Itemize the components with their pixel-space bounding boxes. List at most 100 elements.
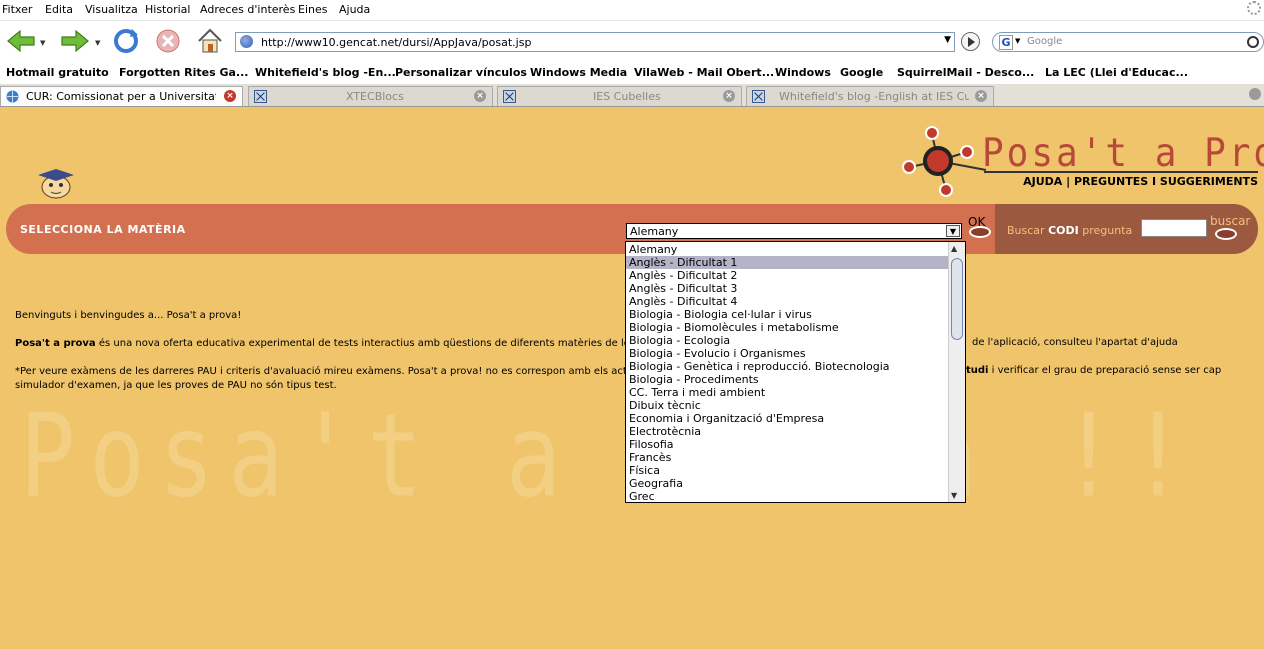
reload-icon[interactable] — [112, 27, 140, 55]
tab-xtecblocs[interactable]: XTECBlocs × — [248, 86, 493, 106]
search-code-button-label: buscar — [1210, 214, 1251, 228]
search-code-label: Buscar CODI pregunta — [1007, 224, 1132, 237]
intro-tail: de l'aplicació, consulteu l'apartat d'aj… — [972, 337, 1178, 348]
chevron-down-icon[interactable]: ▼ — [946, 225, 960, 237]
dropdown-option[interactable]: Biologia - Evolucio i Organismes — [626, 347, 949, 360]
menu-bookmarks[interactable]: Adreces d'interès — [200, 3, 295, 16]
bookmark-item[interactable]: SquirrelMail - Desco... — [897, 66, 1034, 79]
note-tail-bold: tudi — [966, 365, 989, 376]
dropdown-option[interactable]: Biologia - Biologia cel·lular i virus — [626, 308, 949, 321]
home-icon[interactable] — [196, 27, 224, 55]
stop-icon[interactable] — [154, 27, 182, 55]
dropdown-option[interactable]: CC. Terra i medi ambient — [626, 386, 949, 399]
close-tab-icon[interactable]: × — [224, 90, 236, 102]
select-subject-label: SELECCIONA LA MATÈRIA — [20, 223, 186, 236]
menu-edit[interactable]: Edita — [45, 3, 73, 16]
dropdown-option[interactable]: Geografia — [626, 477, 949, 490]
bookmark-item[interactable]: Whitefield's blog -En... — [255, 66, 396, 79]
forward-arrow-icon[interactable] — [60, 27, 90, 55]
subject-select[interactable]: Alemany ▼ — [626, 223, 962, 239]
bookmark-item[interactable]: Windows — [775, 66, 831, 79]
tab-label: Whitefield's blog -English at IES Cub... — [779, 90, 969, 103]
bookmark-item[interactable]: Windows Media — [530, 66, 627, 79]
tab-label: CUR: Comissionat per a Universitats... — [26, 90, 216, 103]
note-line-1: *Per veure exàmens de les darreres PAU i… — [15, 366, 648, 377]
help-links[interactable]: AJUDA | PREGUNTES I SUGGERIMENTS — [1023, 175, 1258, 188]
dropdown-scrollbar[interactable]: ▲ ▼ — [948, 242, 965, 502]
bookmark-item[interactable]: VilaWeb - Mail Obert... — [634, 66, 774, 79]
search-icon[interactable] — [1247, 36, 1259, 48]
menu-view[interactable]: Visualitza — [85, 3, 138, 16]
intro-bold: Posa't a prova — [15, 338, 96, 349]
search-code-prefix: Buscar — [1007, 224, 1045, 237]
intro-text: és una nova oferta educativa experimenta… — [95, 338, 658, 349]
intro-paragraph: Posa't a prova és una nova oferta educat… — [15, 337, 658, 351]
dropdown-option[interactable]: Francès — [626, 451, 949, 464]
search-engine-dropdown-icon[interactable]: ▼ — [1015, 37, 1020, 45]
page-icon — [503, 90, 516, 103]
dropdown-option[interactable]: Filosofia — [626, 438, 949, 451]
dropdown-option[interactable]: Anglès - Dificultat 4 — [626, 295, 949, 308]
menu-history[interactable]: Historial — [145, 3, 190, 16]
bookmark-item[interactable]: Google — [840, 66, 883, 79]
search-oval-icon[interactable] — [1215, 228, 1237, 240]
close-tab-icon[interactable]: × — [474, 90, 486, 102]
menu-file[interactable]: Fitxer — [2, 3, 32, 16]
tab-whitefield[interactable]: Whitefield's blog -English at IES Cub...… — [746, 86, 994, 106]
forward-dropdown-icon[interactable]: ▼ — [95, 39, 100, 47]
dropdown-option[interactable]: Alemany — [626, 243, 949, 256]
close-tab-icon[interactable]: × — [975, 90, 987, 102]
graduate-mascot-icon — [38, 169, 74, 199]
scroll-thumb[interactable] — [951, 258, 963, 340]
close-tab-icon[interactable]: × — [723, 90, 735, 102]
search-box[interactable]: G ▼ Google — [992, 32, 1264, 52]
dropdown-option[interactable]: Física — [626, 464, 949, 477]
scroll-up-icon[interactable]: ▲ — [951, 244, 957, 253]
bookmark-item[interactable]: Hotmail gratuito — [6, 66, 109, 79]
tab-ies-cubelles[interactable]: IES Cubelles × — [497, 86, 742, 106]
code-input[interactable] — [1141, 219, 1207, 237]
menu-bar: Fitxer Edita Visualitza Historial Adrece… — [0, 0, 1264, 21]
bookmark-item[interactable]: Personalizar vínculos — [395, 66, 527, 79]
dropdown-option[interactable]: Biologia - Ecologia — [626, 334, 949, 347]
bookmark-item[interactable]: La LEC (Llei d'Educac... — [1045, 66, 1188, 79]
dropdown-option[interactable]: Anglès - Dificultat 3 — [626, 282, 949, 295]
dropdown-option[interactable]: Anglès - Dificultat 1 — [626, 256, 949, 269]
menu-tools[interactable]: Eines — [298, 3, 327, 16]
scroll-down-icon[interactable]: ▼ — [951, 491, 957, 500]
dropdown-option[interactable]: Dibuix tècnic — [626, 399, 949, 412]
dropdown-option[interactable]: Economia i Organització d'Empresa — [626, 412, 949, 425]
address-dropdown-icon[interactable]: ▼ — [944, 35, 951, 45]
welcome-text: Benvinguts i benvingudes a... Posa't a p… — [15, 310, 242, 321]
back-dropdown-icon[interactable]: ▼ — [40, 39, 45, 47]
bookmarks-bar: Hotmail gratuito Forgotten Rites Ga... W… — [0, 62, 1264, 85]
subject-select-value: Alemany — [630, 225, 679, 238]
search-engine-icon[interactable]: G — [999, 35, 1013, 50]
tab-cur[interactable]: CUR: Comissionat per a Universitats... × — [0, 86, 243, 106]
logo-title: Posa't a Prova !! — [982, 131, 1264, 177]
tab-label: IES Cubelles — [593, 90, 661, 103]
go-button[interactable] — [961, 32, 980, 51]
tab-bar: CUR: Comissionat per a Universitats... ×… — [0, 84, 1264, 107]
address-bar[interactable]: http://www10.gencat.net/dursi/AppJava/po… — [235, 32, 955, 52]
tab-list-icon[interactable] — [1249, 88, 1261, 100]
note-paragraph: *Per veure exàmens de les darreres PAU i… — [15, 365, 647, 393]
dropdown-option[interactable]: Biologia - Procediments — [626, 373, 949, 386]
search-code-button[interactable]: buscar — [1210, 214, 1250, 228]
bookmark-item[interactable]: Forgotten Rites Ga... — [119, 66, 248, 79]
menu-help[interactable]: Ajuda — [339, 3, 370, 16]
dropdown-option[interactable]: Anglès - Dificultat 2 — [626, 269, 949, 282]
dropdown-option[interactable]: Electrotècnia — [626, 425, 949, 438]
back-arrow-icon[interactable] — [6, 27, 36, 55]
page-content: Posa't a Prova !! Posa't a P Posa't a Pr… — [0, 107, 1264, 649]
ok-oval-icon[interactable] — [969, 226, 991, 238]
site-globe-icon — [240, 35, 253, 48]
logo-underline — [984, 171, 1258, 173]
globe-icon — [6, 90, 19, 103]
tab-label: XTECBlocs — [346, 90, 404, 103]
address-text[interactable]: http://www10.gencat.net/dursi/AppJava/po… — [261, 36, 531, 49]
subject-dropdown-list[interactable]: Grec Geografia Física Francès Filosofia Elect… — [625, 241, 966, 503]
dropdown-option[interactable]: Biologia - Biomolècules i metabolisme — [626, 321, 949, 334]
dropdown-option[interactable]: Grec — [626, 490, 949, 502]
dropdown-option[interactable]: Biologia - Genètica i reproducció. Biote… — [626, 360, 949, 373]
